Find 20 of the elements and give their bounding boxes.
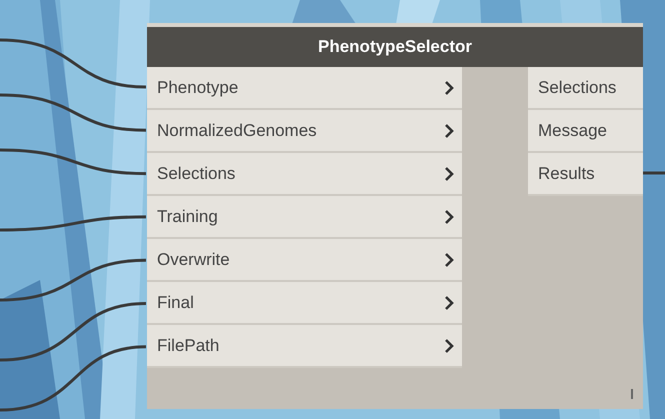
input-port[interactable]: Selections xyxy=(147,153,462,196)
wire xyxy=(643,172,665,174)
input-port[interactable]: Final xyxy=(147,282,462,325)
chevron-icon xyxy=(444,124,454,138)
node-card[interactable]: PhenotypeSelector Phenotype NormalizedGenomes Selections Training Overwrite Final FilePath Selections Message Results xyxy=(147,23,643,409)
input-port[interactable]: Phenotype xyxy=(147,67,462,110)
output-port[interactable]: Results xyxy=(528,153,643,196)
chevron-icon xyxy=(444,166,454,180)
node-title: PhenotypeSelector xyxy=(147,27,643,67)
input-port[interactable]: Overwrite xyxy=(147,239,462,282)
chevron-icon xyxy=(444,338,454,352)
chevron-icon xyxy=(444,252,454,266)
input-port[interactable]: FilePath xyxy=(147,325,462,368)
input-port[interactable]: Training xyxy=(147,196,462,239)
output-port[interactable]: Message xyxy=(528,110,643,153)
chevron-icon xyxy=(444,210,454,224)
input-port[interactable]: NormalizedGenomes xyxy=(147,110,462,153)
chevron-icon xyxy=(444,80,454,94)
chevron-icon xyxy=(444,296,454,310)
output-port[interactable]: Selections xyxy=(528,67,643,110)
